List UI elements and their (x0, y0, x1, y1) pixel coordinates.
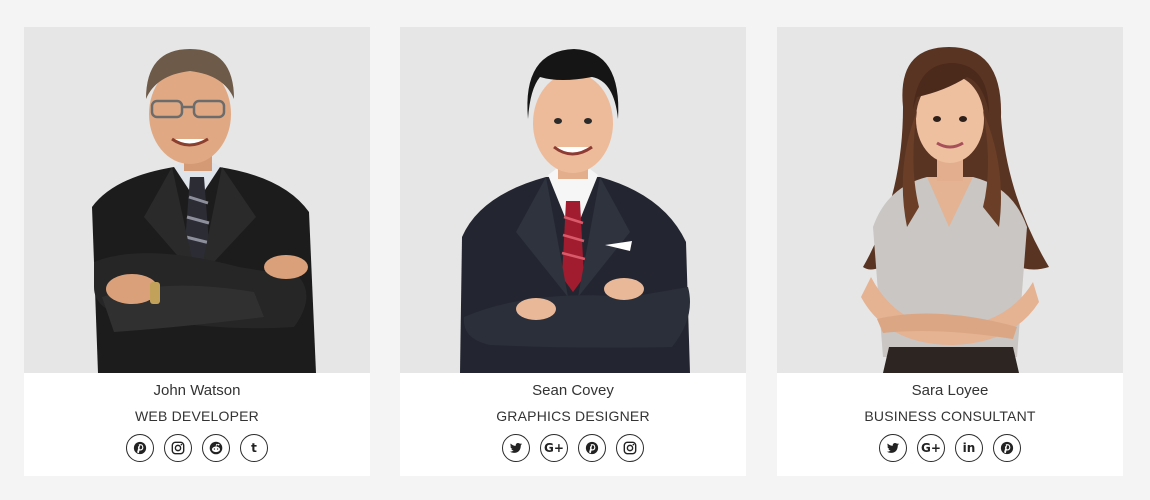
team-card-john-watson: John Watson WEB DEVELOPER t (24, 27, 370, 476)
team-photo-sean-covey (400, 27, 746, 373)
instagram-icon (623, 441, 637, 455)
member-role: GRAPHICS DESIGNER (496, 408, 650, 424)
linkedin-button[interactable]: in (955, 434, 983, 462)
pinterest-icon (133, 441, 147, 455)
tumblr-icon: t (251, 441, 257, 455)
instagram-button[interactable] (164, 434, 192, 462)
team-photo-john-watson (24, 27, 370, 373)
twitter-button[interactable] (502, 434, 530, 462)
reddit-button[interactable] (202, 434, 230, 462)
member-name: Sara Loyee (911, 382, 989, 399)
twitter-icon (509, 443, 523, 453)
pinterest-icon (585, 441, 599, 455)
tumblr-button[interactable]: t (240, 434, 268, 462)
google-plus-icon: G+ (544, 441, 564, 455)
member-name: Sean Covey (532, 382, 614, 399)
pinterest-button[interactable] (126, 434, 154, 462)
man-portrait-image (460, 49, 690, 373)
member-role: WEB DEVELOPER (135, 408, 259, 424)
google-plus-icon: G+ (921, 441, 941, 455)
social-links: G+ (400, 434, 746, 462)
member-role: BUSINESS CONSULTANT (864, 408, 1036, 424)
team-photo-sara-loyee (777, 27, 1123, 373)
member-name: John Watson (153, 382, 241, 399)
team-card-sara-loyee: Sara Loyee BUSINESS CONSULTANT G+ in (777, 27, 1123, 476)
instagram-icon (171, 441, 185, 455)
social-links: t (24, 434, 370, 462)
twitter-icon (886, 443, 900, 453)
linkedin-icon: in (962, 441, 976, 455)
reddit-icon (209, 441, 223, 455)
woman-portrait-image (861, 47, 1049, 373)
man-portrait-image (92, 49, 316, 373)
pinterest-button[interactable] (578, 434, 606, 462)
social-links: G+ in (777, 434, 1123, 462)
google-plus-button[interactable]: G+ (917, 434, 945, 462)
twitter-button[interactable] (879, 434, 907, 462)
instagram-button[interactable] (616, 434, 644, 462)
pinterest-icon (1000, 441, 1014, 455)
google-plus-button[interactable]: G+ (540, 434, 568, 462)
pinterest-button[interactable] (993, 434, 1021, 462)
team-card-sean-covey: Sean Covey GRAPHICS DESIGNER G+ (400, 27, 746, 476)
team-section: John Watson WEB DEVELOPER t Sean Covey G… (0, 0, 1150, 500)
